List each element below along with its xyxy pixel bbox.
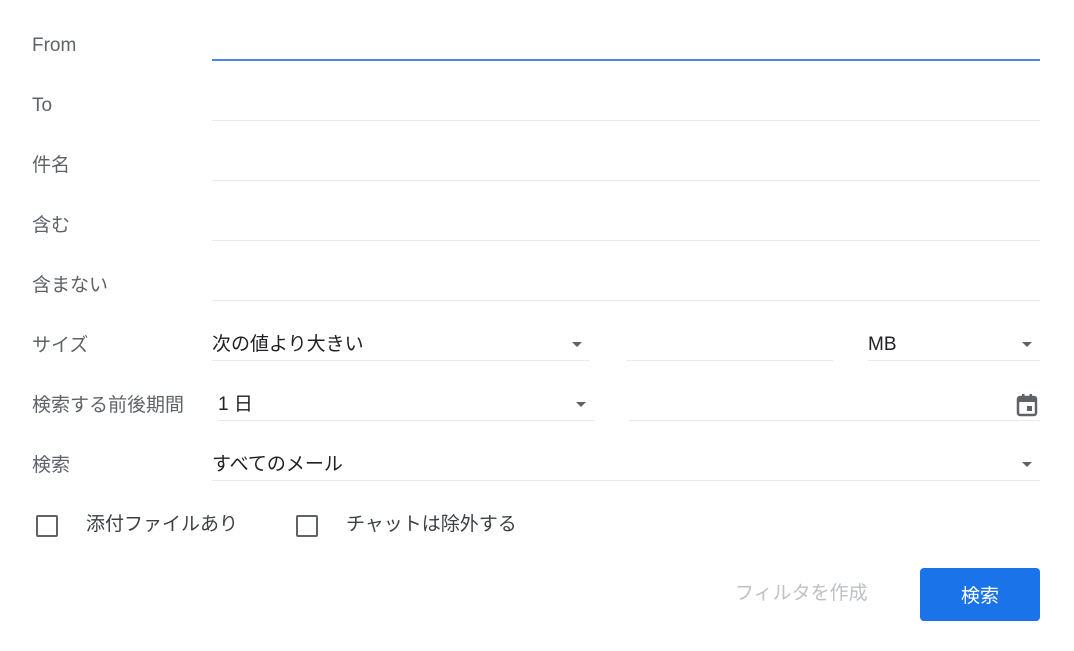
size-value-input[interactable] xyxy=(626,331,833,361)
search-button[interactable]: 検索 xyxy=(920,568,1040,621)
subject-label: 件名 xyxy=(32,155,71,176)
size-operator-select[interactable]: 次の値より大きい xyxy=(212,331,590,361)
has-words-label: 含む xyxy=(32,215,71,236)
from-label: From xyxy=(32,35,77,56)
size-unit-select[interactable]: MB xyxy=(868,331,1040,361)
date-range-select[interactable]: 1 日 xyxy=(218,391,594,421)
to-input[interactable] xyxy=(212,91,1040,121)
has-attachment-label[interactable]: 添付ファイルあり xyxy=(86,513,238,537)
calendar-icon[interactable] xyxy=(1016,393,1038,417)
dropdown-arrow-icon xyxy=(576,402,586,407)
date-input[interactable] xyxy=(629,391,1040,421)
subject-input[interactable] xyxy=(212,151,1040,181)
size-label: サイズ xyxy=(32,335,89,356)
doesnt-have-label: 含まない xyxy=(32,275,109,296)
create-filter-button[interactable]: フィルタを作成 xyxy=(735,582,868,606)
date-range-value: 1 日 xyxy=(218,394,253,415)
has-words-input[interactable] xyxy=(212,211,1040,241)
date-within-label: 検索する前後期間 xyxy=(32,395,185,416)
dropdown-arrow-icon xyxy=(1022,342,1032,347)
size-unit-value: MB xyxy=(868,334,897,355)
to-label: To xyxy=(32,95,53,116)
has-attachment-checkbox[interactable] xyxy=(36,515,58,537)
dropdown-arrow-icon xyxy=(1022,462,1032,467)
from-input[interactable] xyxy=(212,31,1040,61)
doesnt-have-input[interactable] xyxy=(212,271,1040,301)
size-operator-value: 次の値より大きい xyxy=(212,334,364,355)
exclude-chats-checkbox[interactable] xyxy=(296,515,318,537)
search-in-label: 検索 xyxy=(32,455,71,476)
search-in-select[interactable]: すべてのメール xyxy=(212,451,1040,481)
search-in-value: すべてのメール xyxy=(212,454,343,475)
dropdown-arrow-icon xyxy=(572,342,582,347)
exclude-chats-label[interactable]: チャットは除外する xyxy=(346,513,517,537)
